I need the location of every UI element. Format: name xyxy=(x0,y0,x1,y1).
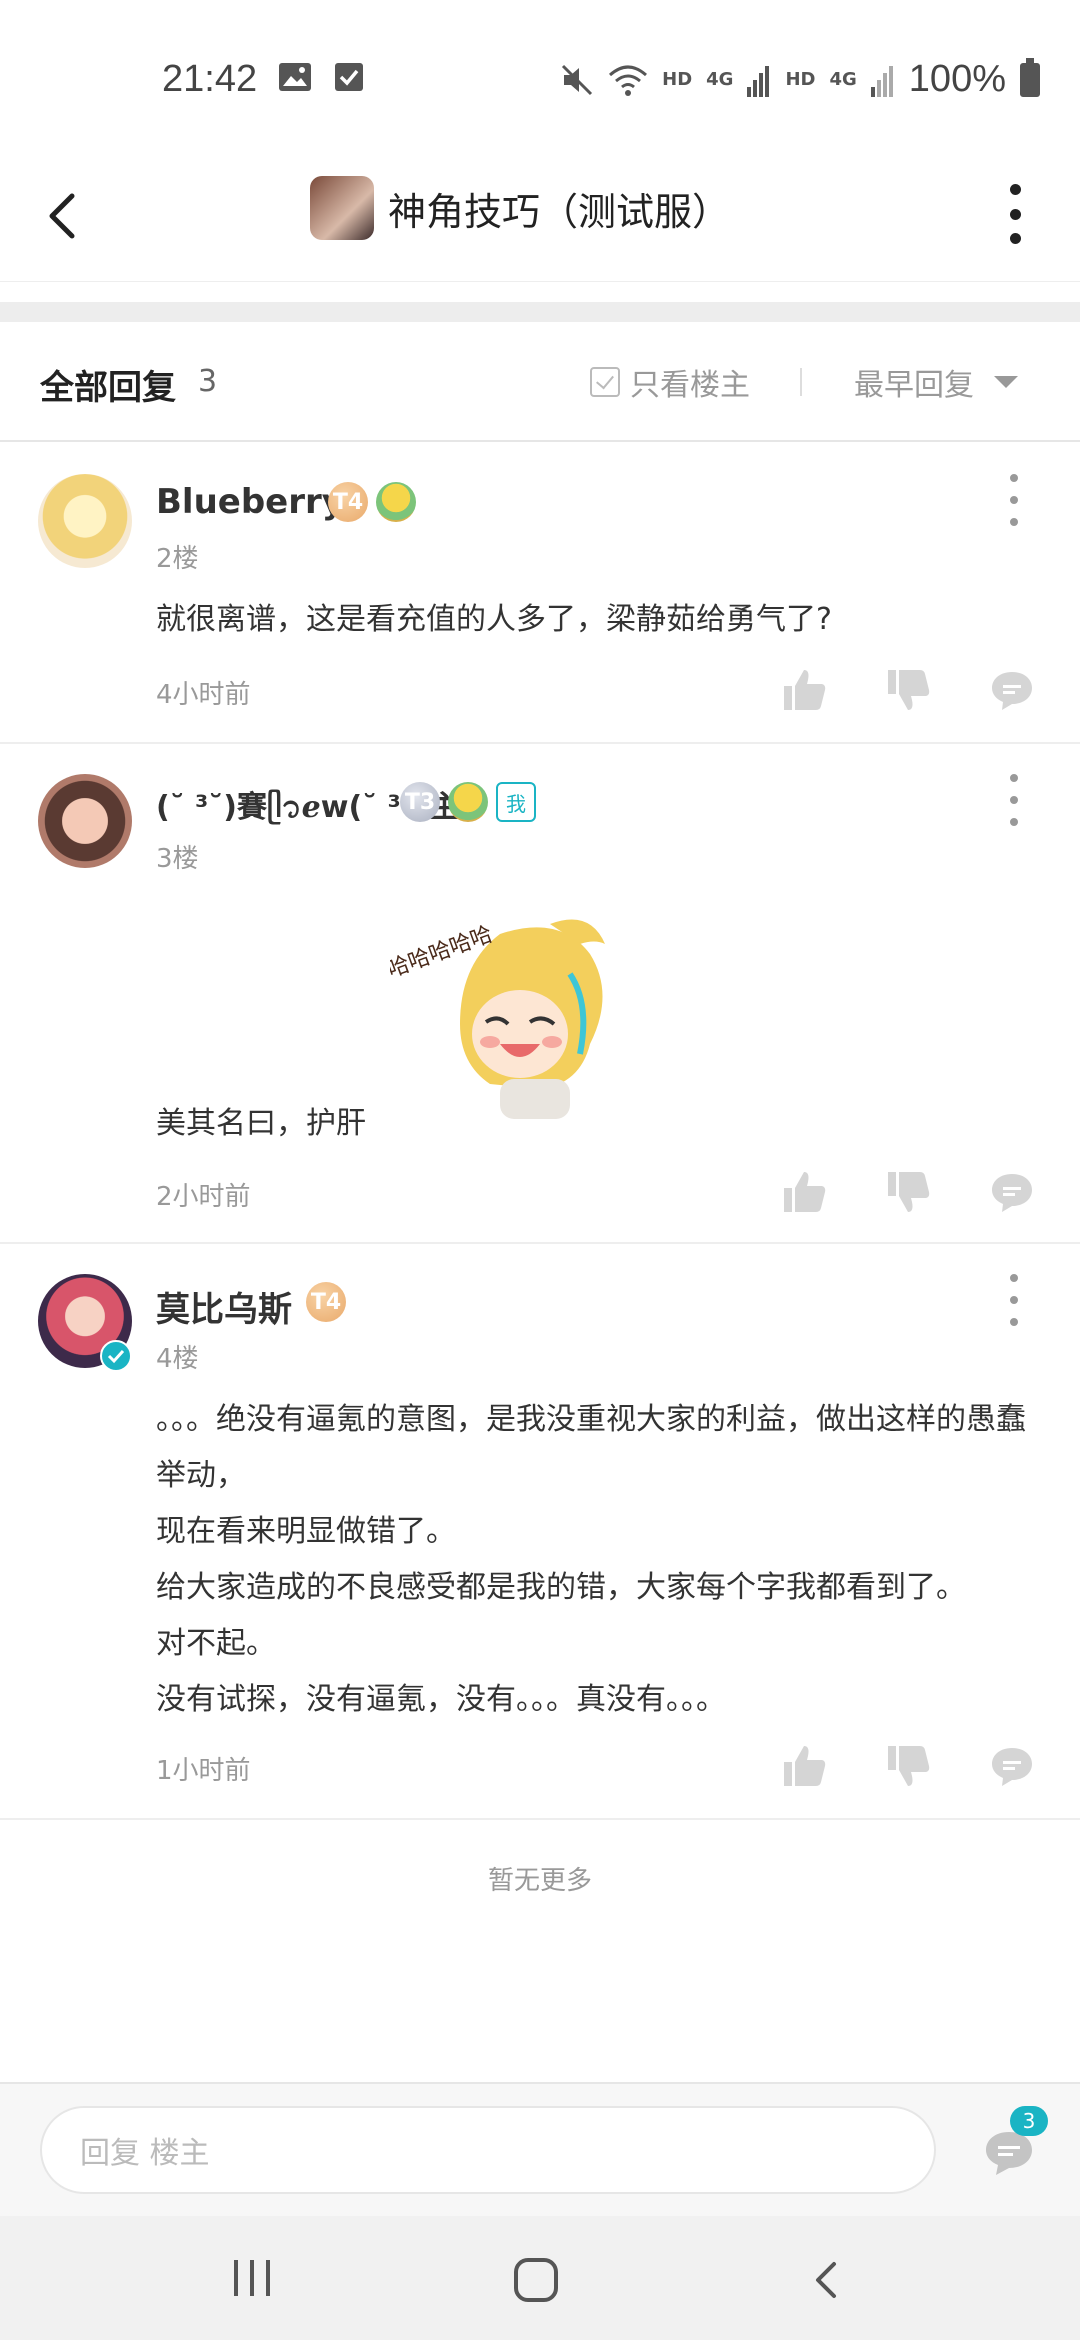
wifi-icon xyxy=(609,65,648,96)
reply-filter-bar: 全部回复 3 只看楼主 最早回复 xyxy=(0,322,1080,442)
user-badges: T4 xyxy=(328,482,416,522)
gallery-icon xyxy=(279,63,311,91)
network-gen-2: 4G xyxy=(829,69,857,90)
home-icon[interactable] xyxy=(514,2258,558,2302)
more-options-icon[interactable] xyxy=(1000,184,1030,244)
comment-item: (˘ ³˘)賽ᥫ᭡ℯw(˘ ³˘)主 T3 我 3楼 美其名曰，护肝 哈哈哈哈哈… xyxy=(0,744,1080,1244)
mascot-badge-icon xyxy=(448,782,488,822)
comment-line: 对不起。 xyxy=(156,1626,276,1661)
laughing-sticker-image: 哈哈哈哈哈 xyxy=(390,919,605,1119)
username[interactable]: 莫比乌斯 xyxy=(156,1282,292,1331)
comment-actions xyxy=(780,666,1036,714)
system-status-icons: HD 4G HD 4G 100% xyxy=(560,57,1040,101)
only-host-checkbox[interactable] xyxy=(590,367,620,397)
only-host-toggle[interactable]: 只看楼主 xyxy=(590,360,750,404)
floor-number: 2楼 xyxy=(156,544,199,574)
all-replies-label: 全部回复 xyxy=(40,368,176,408)
avatar[interactable] xyxy=(38,774,132,868)
level-badge: T4 xyxy=(328,482,368,522)
user-badges: T4 xyxy=(306,1282,346,1322)
comment-line: 就很离谱，这是看充值的人多了，梁静茹给勇气了? xyxy=(156,602,832,637)
network-label-2: HD xyxy=(785,69,816,90)
reply-count-badge: 3 xyxy=(1010,2106,1048,2136)
comment-bubble-icon[interactable] xyxy=(988,666,1036,714)
page-title: 神角技巧（测试服） xyxy=(388,189,731,234)
reply-count: 3 xyxy=(198,364,218,399)
sort-label: 最早回复 xyxy=(854,368,974,403)
notification-icons xyxy=(278,62,364,92)
comment-line: 没有试探，没有逼氪，没有。。。真没有。。。 xyxy=(156,1682,726,1717)
comment-time: 4小时前 xyxy=(156,680,251,710)
level-badge: T4 xyxy=(306,1282,346,1322)
comment-line: 现在看来明显做错了。 xyxy=(156,1514,456,1549)
network-gen-1: 4G xyxy=(706,69,734,90)
level-badge: T3 xyxy=(400,782,440,822)
comment-more-icon[interactable] xyxy=(1004,474,1024,526)
recent-apps-icon[interactable] xyxy=(234,2260,270,2296)
title-bar: 神角技巧（测试服） xyxy=(0,160,1080,282)
comment-time: 2小时前 xyxy=(156,1182,251,1212)
thumbs-up-icon[interactable] xyxy=(780,1168,828,1216)
section-divider xyxy=(0,302,1080,322)
me-badge: 我 xyxy=(496,782,536,822)
comment-actions xyxy=(780,1168,1036,1216)
system-nav-bar xyxy=(0,2216,1080,2340)
checkbox-notification-icon xyxy=(335,63,363,91)
comment-bubble-icon[interactable] xyxy=(988,1742,1036,1790)
avatar[interactable] xyxy=(38,474,132,568)
comment-more-icon[interactable] xyxy=(1004,1274,1024,1326)
signal-icon xyxy=(870,65,893,97)
thumbs-down-icon[interactable] xyxy=(884,666,932,714)
reply-bar: 回复 楼主 3 xyxy=(0,2082,1080,2216)
battery-percent: 100% xyxy=(908,58,1006,100)
forum-title-group[interactable]: 神角技巧（测试服） xyxy=(310,176,730,240)
thumbs-up-icon[interactable] xyxy=(780,1742,828,1790)
verified-icon xyxy=(100,1340,132,1372)
floor-number: 3楼 xyxy=(156,844,199,874)
mascot-badge-icon xyxy=(376,482,416,522)
comment-line: 给大家造成的不良感受都是我的错，大家每个字我都看到了。 xyxy=(156,1570,966,1605)
comment-item: 莫比乌斯 T4 4楼 。。。绝没有逼氪的意图，是我没重视大家的利益，做出这样的愚… xyxy=(0,1244,1080,1820)
back-arrow-icon[interactable] xyxy=(36,186,96,246)
comment-time: 1小时前 xyxy=(156,1756,251,1786)
reply-input[interactable]: 回复 楼主 xyxy=(40,2106,936,2194)
mute-icon xyxy=(562,64,593,95)
comment-item: Blueberry T4 2楼 就很离谱，这是看充值的人多了，梁静茹给勇气了? … xyxy=(0,444,1080,744)
status-time: 21:42 xyxy=(162,58,258,100)
floor-number: 4楼 xyxy=(156,1344,199,1374)
comment-bubble-icon[interactable] xyxy=(988,1168,1036,1216)
back-icon[interactable] xyxy=(806,2258,850,2302)
no-more-label: 暂无更多 xyxy=(487,1866,592,1896)
thumbs-down-icon[interactable] xyxy=(884,1168,932,1216)
signal-icon xyxy=(747,65,770,97)
user-badges: T3 我 xyxy=(400,782,536,822)
filter-divider xyxy=(800,368,802,396)
comment-text: 。。。绝没有逼氪的意图，是我没重视大家的利益，做出这样的愚蠢举动， 现在看来明显… xyxy=(156,1392,1040,1728)
caret-down-icon xyxy=(994,376,1018,388)
comment-text: 就很离谱，这是看充值的人多了，梁静茹给勇气了? xyxy=(156,592,1040,648)
sort-dropdown[interactable]: 最早回复 xyxy=(854,360,1018,404)
comment-actions xyxy=(780,1742,1036,1790)
status-bar: 21:42 HD 4G HD 4G 100% xyxy=(0,0,1080,160)
battery-icon xyxy=(1020,57,1040,97)
network-label-1: HD xyxy=(662,69,693,90)
thumbs-down-icon[interactable] xyxy=(884,1742,932,1790)
comment-more-icon[interactable] xyxy=(1004,774,1024,826)
comment-line: 。。。绝没有逼氪的意图，是我没重视大家的利益，做出这样的愚蠢举动， xyxy=(156,1402,1026,1493)
forum-avatar xyxy=(310,176,374,240)
username[interactable]: Blueberry xyxy=(156,482,344,522)
thumbs-up-icon[interactable] xyxy=(780,666,828,714)
only-host-label: 只看楼主 xyxy=(630,368,750,403)
